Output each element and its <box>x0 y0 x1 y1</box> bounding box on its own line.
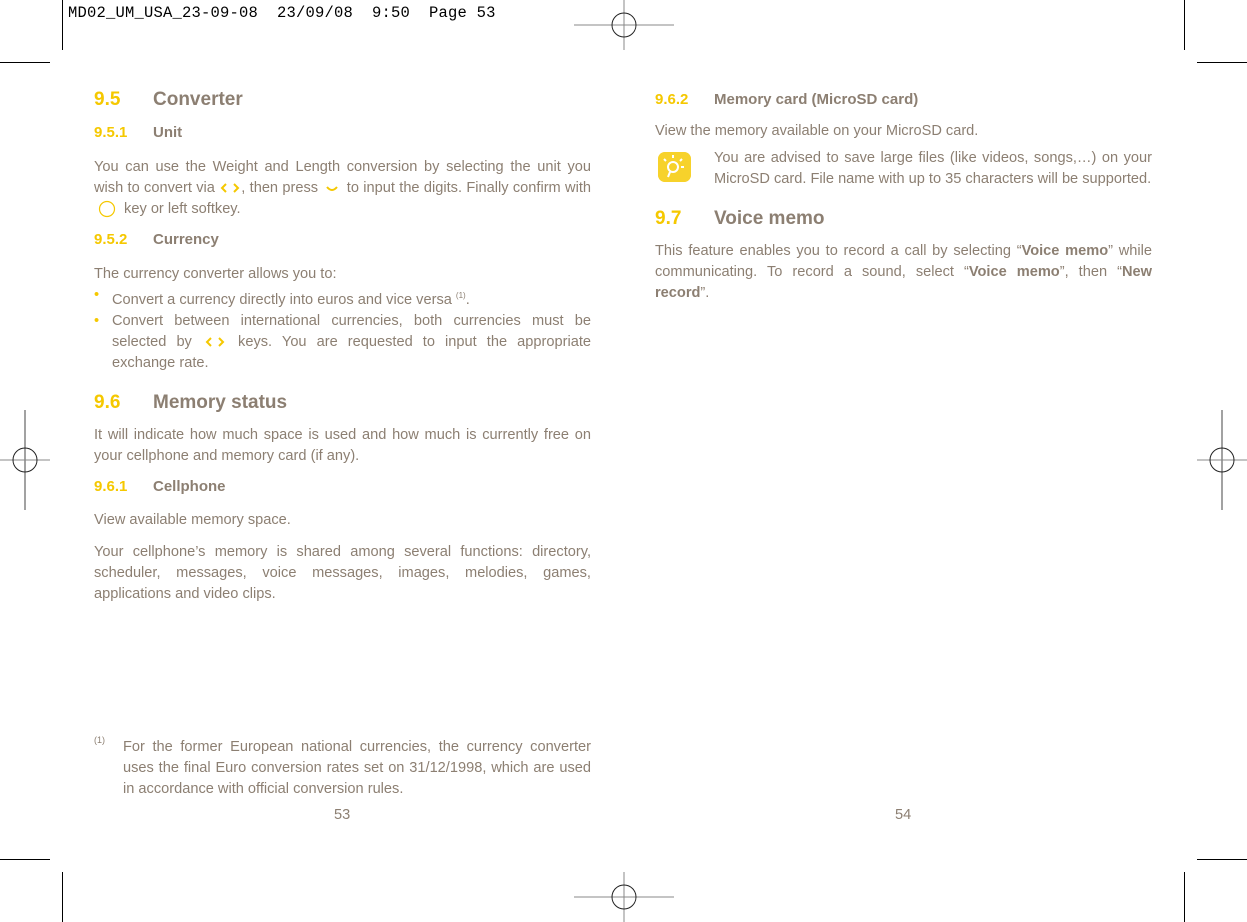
voice-memo-paragraph: This feature enables you to record a cal… <box>655 243 1153 301</box>
subsection-heading-9-6-2: 9.6.2 Memory card (MicroSD card) <box>655 91 1152 111</box>
crop-mark <box>1197 859 1247 860</box>
registration-mark-icon <box>574 0 674 50</box>
section-title: Converter <box>153 89 243 110</box>
cellphone-memory-paragraph: Your cellphone’s memory is shared among … <box>94 543 591 602</box>
crop-mark <box>0 859 50 860</box>
lightbulb-tip-icon <box>658 152 691 182</box>
crop-mark <box>1184 872 1185 922</box>
registration-mark-icon <box>1197 410 1247 510</box>
page-number-right: 54 <box>895 807 912 823</box>
footnote-marker: (1) <box>94 735 105 745</box>
page-number-left: 53 <box>334 807 351 823</box>
menu-term: Voice memo <box>968 264 1060 280</box>
left-page: 9.5 Converter 9.5.1 Unit You can use the… <box>94 89 591 605</box>
section-number: 9.6.2 <box>655 91 689 108</box>
crop-mark <box>1184 0 1185 50</box>
crop-mark <box>1197 62 1247 63</box>
right-page: 9.6.2 Memory card (MicroSD card) View th… <box>655 89 1152 304</box>
section-number: 9.6 <box>94 391 121 413</box>
currency-list: • Convert a currency directly into euros … <box>94 285 591 374</box>
section-title: Memory status <box>153 391 288 413</box>
section-title: Memory card (MicroSD card) <box>714 91 919 108</box>
subsection-heading-9-5-2: 9.5.2 Currency <box>94 231 591 251</box>
section-number: 9.5.2 <box>94 231 128 248</box>
down-key-icon <box>326 186 339 192</box>
memory-paragraph: It will indicate how much space is used … <box>94 426 591 464</box>
section-heading-9-6: 9.6 Memory status <box>94 392 591 416</box>
section-number: 9.5 <box>94 89 121 110</box>
subsection-heading-9-5-1: 9.5.1 Unit <box>94 124 591 144</box>
unit-paragraph: You can use the Weight and Length conver… <box>94 159 591 218</box>
footnote-ref: (1) <box>455 291 466 300</box>
registration-mark-icon <box>574 872 674 922</box>
list-item: • Convert a currency directly into euros … <box>94 287 470 308</box>
left-right-key-icon <box>220 183 240 193</box>
section-number: 9.7 <box>655 208 682 229</box>
section-number: 9.6.1 <box>94 477 128 495</box>
left-right-key-icon <box>205 337 225 347</box>
footnote-text: For the former European national currenc… <box>123 739 591 797</box>
section-title: Cellphone <box>153 477 226 495</box>
microsd-paragraph: View the memory available on your MicroS… <box>655 123 979 139</box>
section-number: 9.5.1 <box>94 124 128 141</box>
crop-mark <box>62 872 63 922</box>
crop-mark <box>0 62 50 63</box>
ok-key-icon <box>98 201 116 218</box>
crop-mark <box>62 0 63 50</box>
tip-text: You are advised to save large files (lik… <box>714 150 1152 187</box>
bullet-icon: • <box>94 312 100 329</box>
section-title: Currency <box>153 231 219 248</box>
currency-intro: The currency converter allows you to: <box>94 266 337 282</box>
bullet-icon: • <box>94 287 100 303</box>
section-heading-9-5: 9.5 Converter <box>94 89 591 113</box>
section-title: Voice memo <box>714 208 825 229</box>
registration-mark-icon <box>0 410 50 510</box>
section-heading-9-7: 9.7 Voice memo <box>655 208 1152 232</box>
section-title: Unit <box>153 124 183 141</box>
menu-term: Voice memo <box>1021 243 1109 259</box>
subsection-heading-9-6-1: 9.6.1 Cellphone <box>94 478 591 498</box>
tip-box: You are advised to save large files (lik… <box>655 148 1152 190</box>
print-slug: MD02_UM_USA_23-09-08 23/09/08 9:50 Page … <box>68 4 496 22</box>
footnote: (1) For the former European national cur… <box>94 735 591 800</box>
list-item: • Convert between international currencie… <box>94 312 591 371</box>
cellphone-paragraph: View available memory space. <box>94 511 291 528</box>
